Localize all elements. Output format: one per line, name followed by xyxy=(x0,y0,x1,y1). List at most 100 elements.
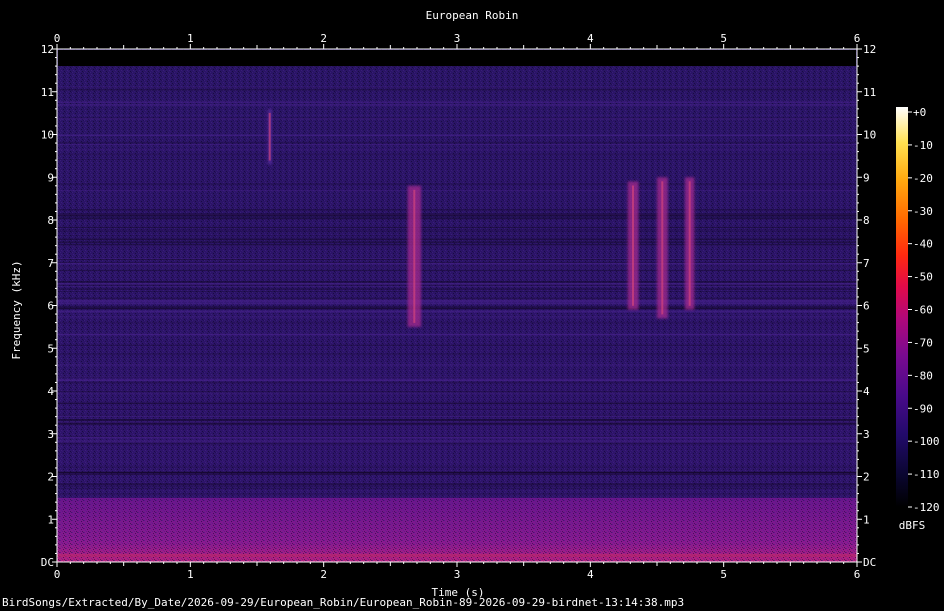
noise-stripe xyxy=(57,153,857,155)
noise-stripe xyxy=(57,422,857,425)
y-tick-label-right: 10 xyxy=(863,129,876,142)
call-core xyxy=(688,181,691,306)
noise-stripe xyxy=(57,115,857,116)
x-tick-label-top: 2 xyxy=(320,32,327,45)
noise-stripe xyxy=(57,134,857,136)
noise-stripe xyxy=(57,408,857,410)
x-tick-label: 1 xyxy=(187,568,194,581)
y-tick-label: 1 xyxy=(47,513,54,526)
y-tick-label: 8 xyxy=(47,214,54,227)
file-path: BirdSongs/Extracted/By_Date/2026-09-29/E… xyxy=(2,596,684,609)
colorbar-tick-label: -20 xyxy=(913,172,933,185)
colorbar-tick-label: -80 xyxy=(913,369,933,382)
noise-stripe xyxy=(57,190,857,192)
noise-stripe xyxy=(57,316,857,318)
noise-stripe xyxy=(57,392,857,394)
colorbar-tick-label: -70 xyxy=(913,336,933,349)
noise-stripe xyxy=(57,353,857,355)
y-tick-label: 3 xyxy=(47,428,54,441)
x-tick-label-top: 4 xyxy=(587,32,594,45)
y-tick-label-right: 3 xyxy=(863,428,870,441)
noise-stripe xyxy=(57,390,857,393)
noise-stripe xyxy=(57,238,857,241)
y-tick-label: 10 xyxy=(41,129,54,142)
x-tick-label: 3 xyxy=(454,568,461,581)
noise-stripe xyxy=(57,472,857,474)
noise-stripe xyxy=(57,159,857,160)
noise-stripe xyxy=(57,466,857,468)
colorbar-tick-label: -60 xyxy=(913,304,933,317)
noise-stripe xyxy=(57,270,857,271)
noise-stripe xyxy=(57,493,857,495)
noise-stripe xyxy=(57,209,857,211)
noise-stripe xyxy=(57,473,857,475)
x-tick-label-top: 6 xyxy=(854,32,861,45)
colorbar-tick-label: -120 xyxy=(913,501,940,514)
noise-stripe xyxy=(57,364,857,366)
y-tick-label-right: 1 xyxy=(863,513,870,526)
noise-stripe xyxy=(57,333,857,336)
y-axis-left: DC123456789101112 xyxy=(41,43,57,569)
spectrogram-above-cutoff xyxy=(58,50,856,67)
y-tick-label: 4 xyxy=(47,385,54,398)
noise-stripe xyxy=(57,344,857,346)
noise-stripe xyxy=(57,144,857,146)
noise-stripe xyxy=(57,422,857,423)
noise-stripe xyxy=(57,235,857,237)
y-tick-label-right: 7 xyxy=(863,257,870,270)
colorbar-tick-label: -90 xyxy=(913,402,933,415)
x-tick-label-top: 3 xyxy=(454,32,461,45)
noise-stripe xyxy=(57,483,857,485)
y-tick-label: 12 xyxy=(41,43,54,56)
colorbar-tick-label: -30 xyxy=(913,205,933,218)
noise-stripe xyxy=(57,322,857,324)
noise-stripe xyxy=(57,297,857,300)
colorbar-gradient xyxy=(896,107,908,507)
colorbar-tick-label: -110 xyxy=(913,468,940,481)
colorbar-tick-label: -40 xyxy=(913,238,933,251)
noise-stripe xyxy=(57,414,857,416)
x-tick-label: 0 xyxy=(54,568,61,581)
colorbar-ticks: +0 -10 -20 -30 -40 -50 -60 -70 -80 -90 -100 -110 -12… xyxy=(908,106,940,514)
noise-stripe xyxy=(57,241,857,244)
x-tick-label-top: 5 xyxy=(720,32,727,45)
x-tick-label-top: 0 xyxy=(54,32,61,45)
noise-stripe xyxy=(57,101,857,103)
noise-stripe xyxy=(57,288,857,290)
colorbar-tick-label: -100 xyxy=(913,435,940,448)
y-tick-label-right: 5 xyxy=(863,342,870,355)
noise-stripe xyxy=(57,303,857,305)
y-tick-label: 11 xyxy=(41,86,54,99)
y-tick-label-right: 2 xyxy=(863,471,870,484)
noise-stripe xyxy=(57,381,857,384)
noise-stripe xyxy=(57,226,857,228)
noise-stripe xyxy=(57,442,857,445)
noise-stripe xyxy=(57,229,857,231)
x-tick-label: 6 xyxy=(854,568,861,581)
y-tick-label-right: 4 xyxy=(863,385,870,398)
noise-stripe xyxy=(57,310,857,313)
colorbar-tick-label: -10 xyxy=(913,139,933,152)
call-core xyxy=(632,185,634,306)
noise-stripe xyxy=(57,266,857,268)
spectrogram-noise xyxy=(57,49,857,562)
noise-stripe xyxy=(57,436,857,439)
noise-stripe xyxy=(57,460,857,462)
y-tick-label: 6 xyxy=(47,300,54,313)
noise-stripe xyxy=(57,286,857,287)
noise-stripe xyxy=(57,148,857,151)
noise-stripe xyxy=(57,231,857,233)
noise-stripe xyxy=(57,258,857,260)
colorbar-label: dBFS xyxy=(899,519,926,532)
plot-area xyxy=(56,48,858,563)
y-tick-label: 2 xyxy=(47,471,54,484)
noise-stripe xyxy=(57,217,857,220)
x-axis-bottom: 0 1 2 3 4 5 6 xyxy=(54,562,861,581)
noise-stripe xyxy=(57,245,857,247)
noise-stripe xyxy=(57,487,857,489)
noise-stripe xyxy=(57,306,857,307)
noise-stripe xyxy=(57,439,857,442)
x-tick-label: 2 xyxy=(320,568,327,581)
y-tick-label-right: 12 xyxy=(863,43,876,56)
dc-line xyxy=(57,554,857,557)
